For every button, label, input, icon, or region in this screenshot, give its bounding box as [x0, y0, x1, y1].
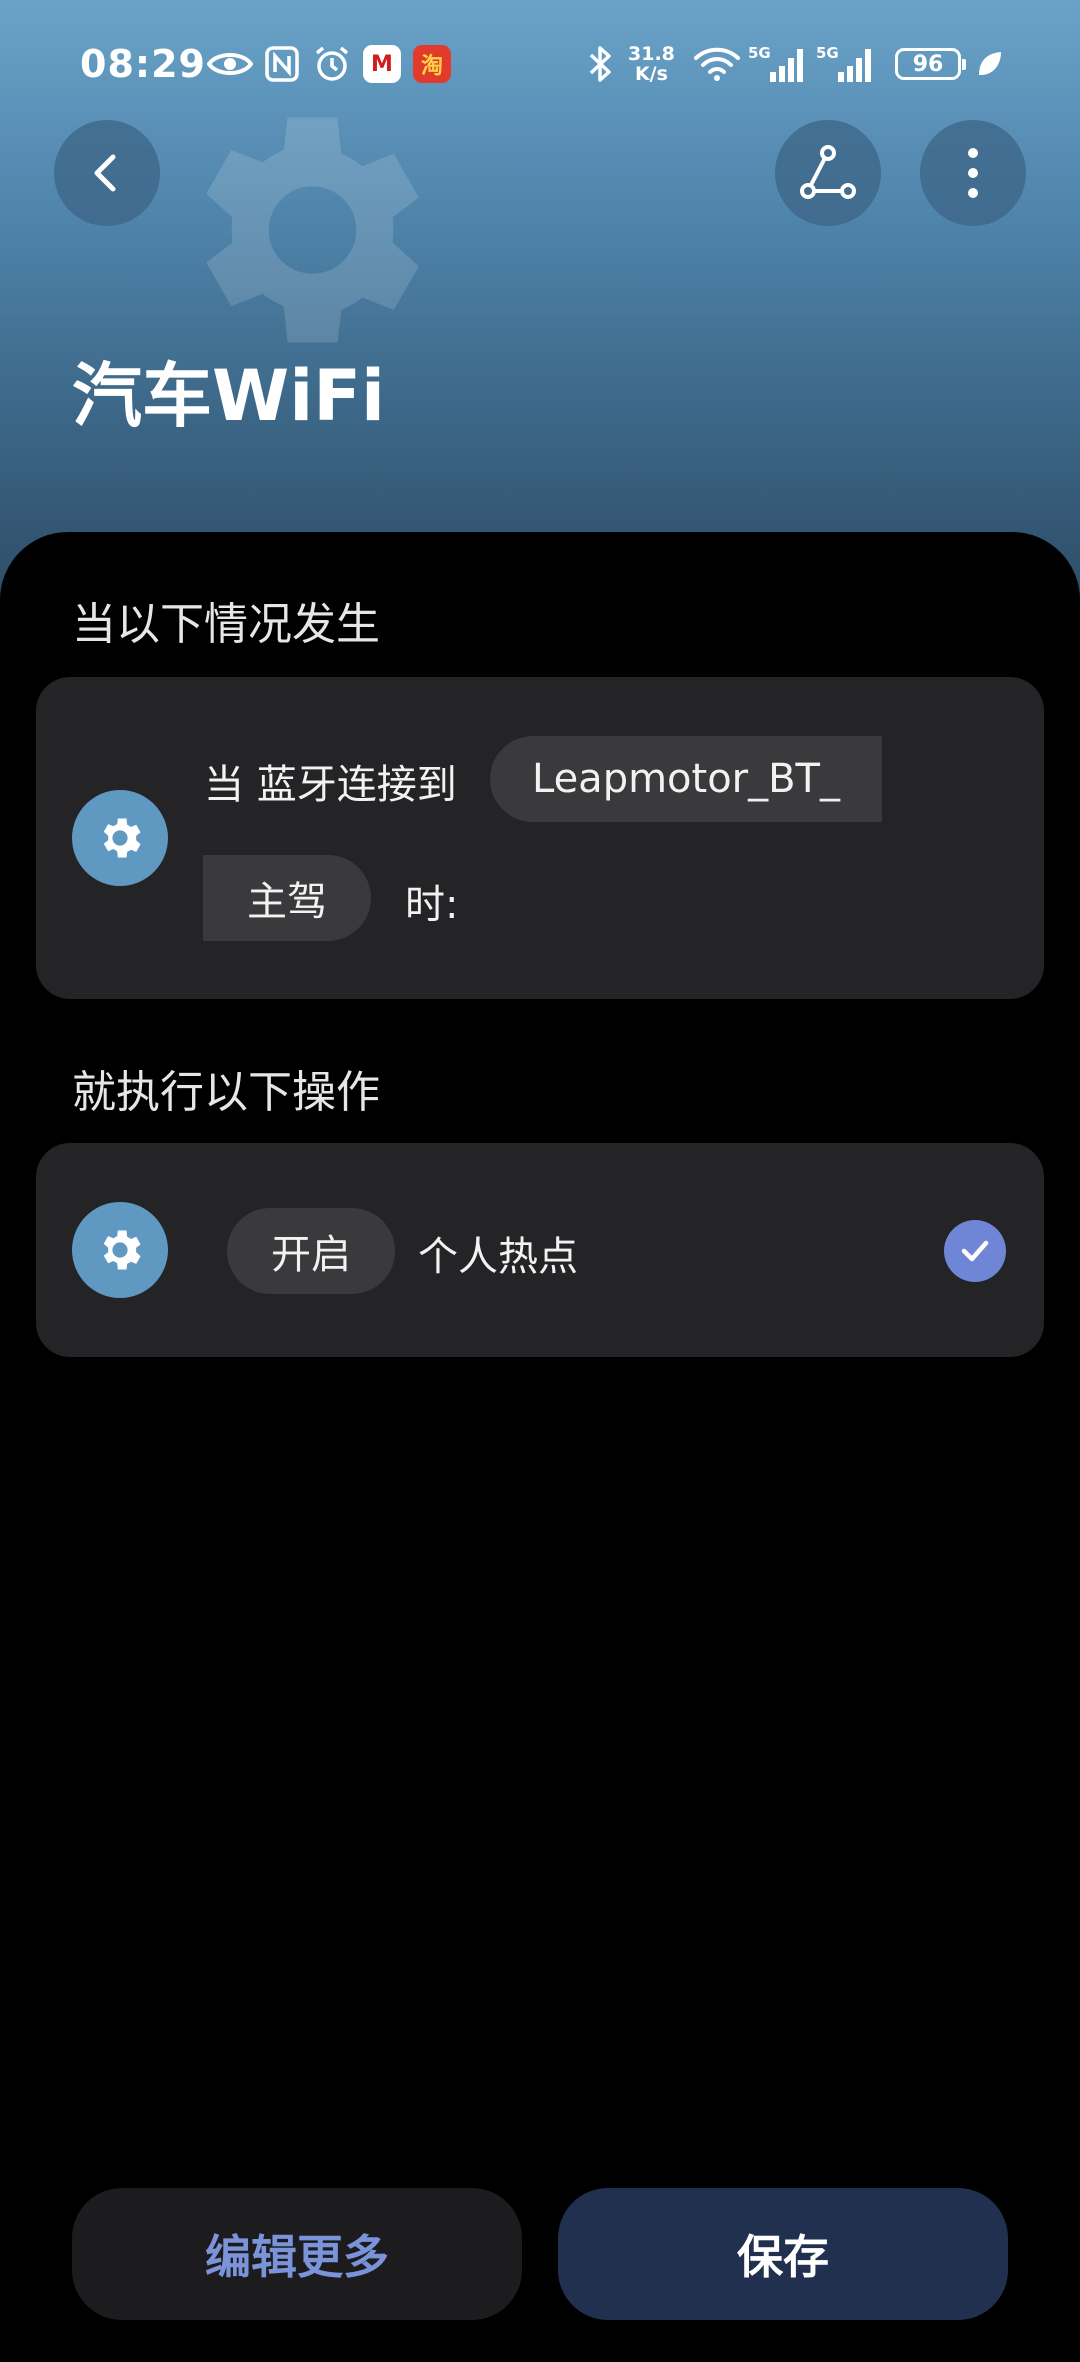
- battery-level: 96: [912, 51, 944, 77]
- signal-5g-icon-1: 5G: [748, 44, 808, 84]
- wifi-icon: [692, 44, 742, 84]
- trigger-gear-badge: [72, 790, 168, 886]
- device-name-chip[interactable]: Leapmotor_BT_: [490, 736, 882, 822]
- trigger-suffix-text: 时:: [405, 882, 459, 928]
- alarm-icon: [312, 44, 352, 84]
- eye-icon: [206, 44, 254, 84]
- chevron-left-icon: [94, 154, 116, 192]
- action-verb-chip[interactable]: 开启: [227, 1208, 395, 1294]
- check-icon: [961, 1240, 989, 1262]
- action-gear-badge: [72, 1202, 168, 1298]
- action-target-text: 个人热点: [418, 1234, 578, 1280]
- gear-icon: [103, 1230, 141, 1270]
- flow-button[interactable]: [775, 120, 881, 226]
- device-name-chip-continued[interactable]: 主驾: [203, 855, 371, 941]
- bluetooth-icon: [586, 44, 616, 84]
- trigger-prefix-text: 当 蓝牙连接到: [204, 762, 457, 808]
- save-button[interactable]: 保存: [558, 2188, 1008, 2320]
- status-bar: 08:29 M 淘 31.8 K/s 5G 5G 96: [0, 0, 1080, 134]
- battery-indicator: 96: [895, 48, 966, 80]
- more-button[interactable]: [920, 120, 1026, 226]
- signal-5g-icon-2: 5G: [816, 44, 876, 84]
- back-button[interactable]: [54, 120, 160, 226]
- app-notification-icon: M: [363, 44, 401, 84]
- status-time: 08:29: [80, 42, 206, 86]
- nfc-icon: [264, 44, 300, 84]
- taobao-notification-icon: 淘: [413, 44, 451, 84]
- page-title: 汽车WiFi: [72, 355, 386, 437]
- trigger-section-title: 当以下情况发生: [72, 599, 380, 650]
- screen: 08:29 M 淘 31.8 K/s 5G 5G 96 汽车WiFi 当以下情况…: [0, 0, 1080, 2362]
- leaf-icon: [974, 44, 1004, 84]
- gear-icon: [103, 818, 141, 858]
- action-checkbox[interactable]: [944, 1220, 1006, 1282]
- network-speed: 31.8 K/s: [628, 43, 675, 85]
- action-section-title: 就执行以下操作: [72, 1067, 380, 1118]
- more-vertical-icon: [968, 148, 978, 198]
- trigger-card[interactable]: [36, 677, 1044, 999]
- edit-more-button[interactable]: 编辑更多: [72, 2188, 522, 2320]
- flow-nodes-icon: [800, 145, 856, 199]
